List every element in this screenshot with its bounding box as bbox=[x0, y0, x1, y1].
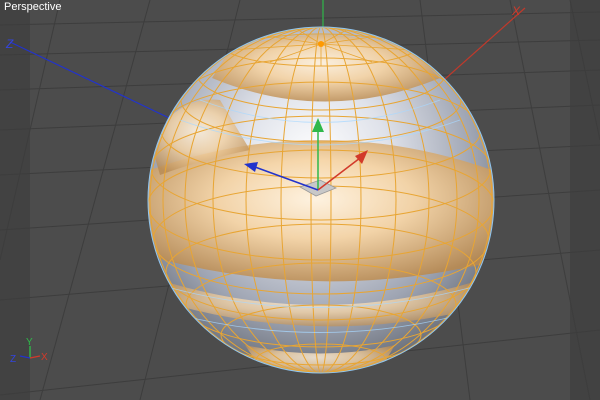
perspective-viewport[interactable]: Z X Z Y X Perspective bbox=[0, 0, 600, 400]
viewport-title[interactable]: Perspective bbox=[0, 0, 65, 15]
view-axis-y-label: Y bbox=[26, 337, 33, 348]
world-x-axis-label: X bbox=[511, 4, 521, 18]
world-z-axis-label: Z bbox=[5, 37, 14, 51]
view-axis-z-label: Z bbox=[10, 354, 16, 365]
scene-canvas[interactable]: Z X Z Y X bbox=[0, 0, 600, 400]
view-axis-x-label: X bbox=[41, 352, 48, 363]
view-axis-indicator: Z Y X bbox=[10, 337, 48, 365]
